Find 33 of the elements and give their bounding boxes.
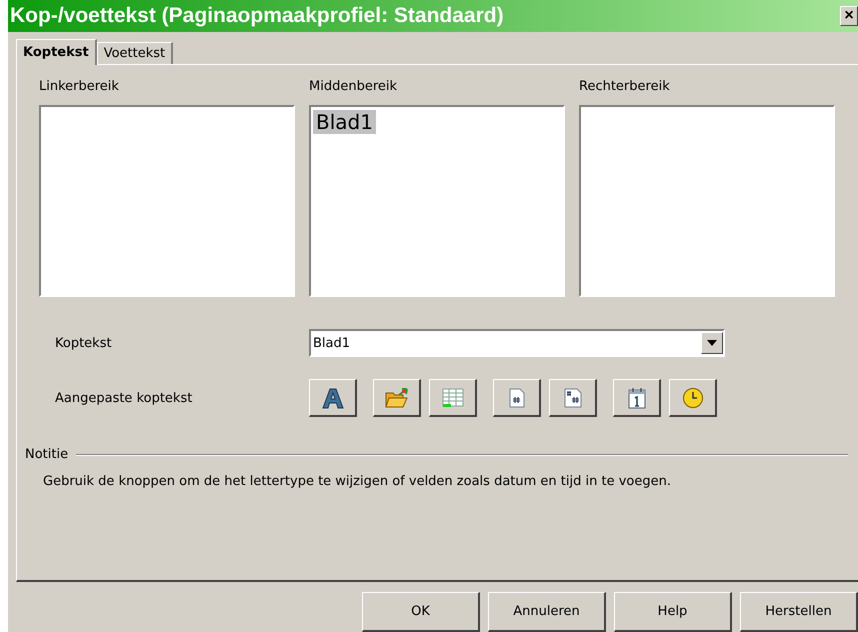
folder-icon xyxy=(384,386,408,408)
tab[interactable]: Voettekst xyxy=(96,42,174,64)
note-text: Gebruik de knoppen om de het lettertype te wijzigen of velden zoals datum en tijd in te voegen. xyxy=(43,474,672,489)
window-title: Kop-/voettekst (Paginaopmaakprofiel: Standaard) xyxy=(10,4,504,28)
caret-icon xyxy=(707,340,717,346)
area-label: Linkerbereik xyxy=(39,79,120,96)
page-count-icon xyxy=(564,388,582,408)
clock-icon xyxy=(682,386,704,408)
area-label: Rechterbereik xyxy=(579,79,671,96)
header-label: Koptekst xyxy=(54,336,113,350)
dialog-button[interactable]: Herstellen xyxy=(740,592,858,632)
file-button[interactable] xyxy=(373,379,421,417)
custom-label: Aangepaste koptekst xyxy=(54,390,194,406)
tab[interactable]: Koptekst xyxy=(16,39,97,65)
page-number-icon xyxy=(508,388,524,408)
letter-a-icon xyxy=(322,386,344,408)
header-dropdown[interactable]: Blad1 xyxy=(309,329,725,357)
dialog-button[interactable]: OK xyxy=(362,592,480,632)
dialog-button[interactable]: Annuleren xyxy=(488,592,606,632)
date-button[interactable] xyxy=(613,379,661,417)
sheet-button[interactable] xyxy=(429,379,477,417)
calendar-icon xyxy=(628,386,646,408)
area-text: Blad1 xyxy=(313,110,376,134)
time-button[interactable] xyxy=(669,379,717,417)
table-icon xyxy=(442,388,464,408)
font-button[interactable] xyxy=(309,379,357,417)
area-label: Middenbereik xyxy=(309,79,398,96)
page-button[interactable] xyxy=(493,379,541,417)
note-title: Notitie xyxy=(25,447,68,462)
dialog-button[interactable]: Help xyxy=(614,592,732,632)
text-area[interactable]: Blad1 xyxy=(309,105,565,297)
pages-button[interactable] xyxy=(549,379,597,417)
close-button[interactable]: × xyxy=(840,6,858,26)
